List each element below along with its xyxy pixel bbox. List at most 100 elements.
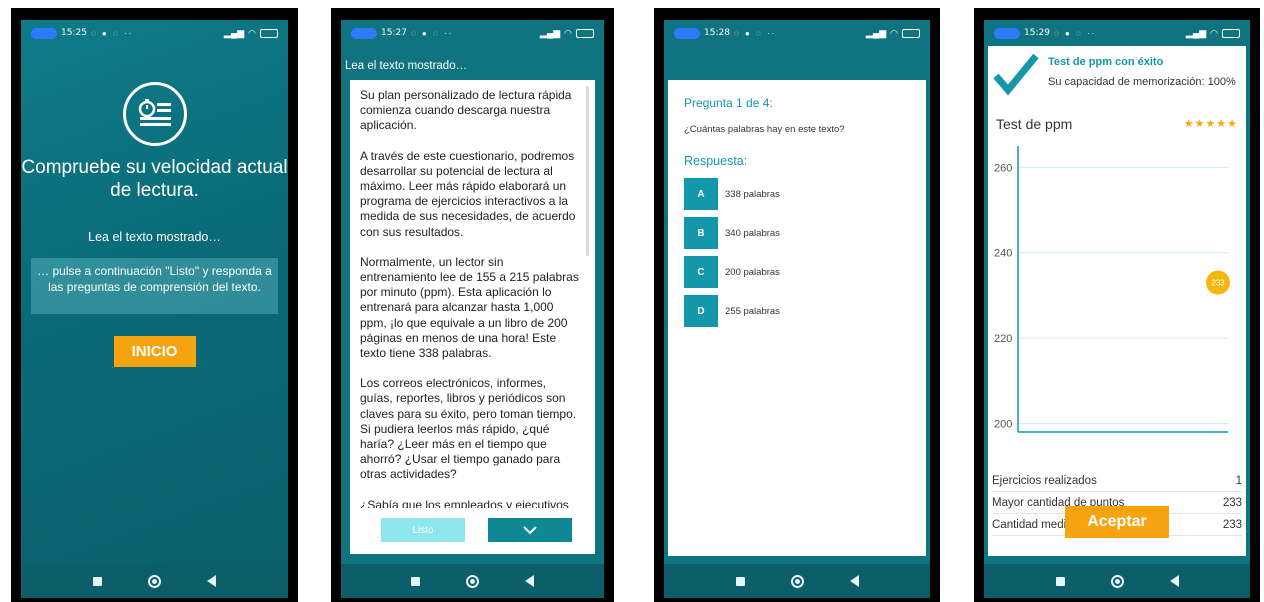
page-title: Compruebe su velocidad actual de lectura…	[21, 157, 288, 201]
question-text: ¿Cuántas palabras hay en este texto?	[684, 124, 845, 135]
reading-screen: 15:27 ◌ ● ◌ ·· ▂▄▆ ◠ Lea el texto mostra…	[341, 20, 604, 598]
done-button[interactable]: Listo	[381, 518, 465, 542]
success-title: Test de ppm con éxito	[1048, 56, 1164, 68]
paragraph: Su plan personalizado de lectura rápida …	[360, 88, 572, 133]
option-label: 200 palabras	[725, 266, 780, 278]
paragraph: Normalmente, un lector sin entrenamiento…	[360, 254, 579, 361]
back-icon[interactable]	[849, 575, 859, 587]
nav-bar	[664, 564, 930, 598]
signal-icon: ▂▄▆	[865, 27, 887, 38]
recents-icon[interactable]	[1055, 576, 1065, 586]
subtitle: Lea el texto mostrado…	[88, 230, 221, 244]
results-card: Test de ppm con éxito Su capacidad de me…	[988, 46, 1246, 556]
stat-value: 233	[1222, 518, 1242, 531]
section-title: Test de ppm	[996, 116, 1073, 132]
scrollbar[interactable]	[586, 86, 589, 256]
back-icon[interactable]	[207, 575, 216, 587]
y-tick-label: 200	[994, 418, 1012, 430]
phone-screen-reading: 15:27 ◌ ● ◌ ·· ▂▄▆ ◠ Lea el texto mostra…	[331, 8, 614, 602]
data-label: 233	[1211, 279, 1225, 288]
reading-text[interactable]: Su plan personalizado de lectura rápida …	[360, 88, 581, 508]
wifi-icon: ◠	[1210, 27, 1218, 38]
status-time: 15:27	[381, 28, 407, 38]
notification-icons: ◌ ● ◌ ··	[733, 28, 777, 38]
call-indicator-icon	[994, 27, 1020, 39]
home-icon[interactable]	[466, 574, 479, 588]
stat-value: 1	[1235, 474, 1242, 487]
recents-icon[interactable]	[735, 576, 745, 586]
signal-icon: ▂▄▆	[223, 27, 245, 38]
status-time: 15:29	[1024, 28, 1050, 38]
recents-icon[interactable]	[411, 576, 420, 586]
home-icon[interactable]	[1110, 574, 1124, 588]
phone-screen-results: 15:29 ◌ ● ◌ ·· ▂▄▆ ◠ Test de ppm con éxi…	[974, 8, 1260, 602]
option-label: 340 palabras	[725, 227, 780, 239]
notification-icons: ◌ ● ◌ ··	[410, 28, 454, 38]
option-letter: C	[684, 256, 718, 288]
results-screen: 15:29 ◌ ● ◌ ·· ▂▄▆ ◠ Test de ppm con éxi…	[984, 20, 1250, 598]
notification-icons: ◌ ● ◌ ··	[90, 28, 134, 38]
question-screen: 15:28 ◌ ● ◌ ·· ▂▄▆ ◠ Pregunta 1 de 4: ¿C…	[664, 20, 930, 598]
answer-option-b[interactable]: B 340 palabras	[684, 217, 780, 249]
y-tick-label: 240	[994, 248, 1012, 260]
notification-icons: ◌ ● ◌ ··	[1053, 28, 1097, 38]
star-rating: ★★★★★	[1183, 118, 1238, 130]
paragraph: A través de este cuestionario, podremos …	[360, 148, 576, 239]
memorization-text: Su capacidad de memorización: 100%	[1048, 76, 1236, 88]
status-right: ▂▄▆ ◠	[540, 28, 594, 39]
home-icon[interactable]	[148, 574, 161, 588]
battery-icon	[576, 28, 594, 38]
answer-label: Respuesta:	[684, 154, 748, 168]
start-button[interactable]: INICIO	[113, 336, 196, 367]
status-right: ▂▄▆ ◠	[866, 28, 920, 39]
battery-icon	[1222, 28, 1240, 38]
chevron-down-icon	[523, 526, 537, 534]
nav-bar	[21, 564, 288, 598]
status-bar: 15:27 ◌ ● ◌ ·· ▂▄▆ ◠	[341, 20, 604, 46]
option-label: 338 palabras	[725, 188, 780, 200]
option-letter: B	[684, 217, 718, 249]
stat-label: Ejercicios realizados	[992, 474, 1097, 487]
paragraph: Los correos electrónicos, informes, guía…	[360, 376, 577, 482]
answer-option-d[interactable]: D 255 palabras	[684, 295, 780, 327]
option-letter: A	[684, 178, 718, 210]
answer-option-a[interactable]: A 338 palabras	[684, 178, 780, 210]
battery-icon	[260, 28, 278, 38]
question-counter: Pregunta 1 de 4:	[684, 96, 773, 110]
y-tick-label: 260	[994, 162, 1012, 174]
call-indicator-icon	[674, 27, 700, 39]
accept-button[interactable]: Aceptar	[1065, 506, 1169, 538]
battery-icon	[902, 28, 920, 38]
status-right: ▂▄▆ ◠	[224, 28, 278, 39]
phone-screen-start: 15:25 ◌ ● ◌ ·· ▂▄▆ ◠ Compruebe su veloci…	[11, 8, 298, 602]
reading-card: Su plan personalizado de lectura rápida …	[350, 80, 595, 554]
wifi-icon: ◠	[564, 27, 572, 38]
stat-row: Ejercicios realizados 1	[992, 470, 1242, 492]
stat-value: 233	[1222, 496, 1242, 509]
option-label: 255 palabras	[725, 305, 780, 317]
ppm-chart: 200 220 240 260 233	[994, 146, 1230, 433]
call-indicator-icon	[351, 27, 377, 39]
nav-bar	[341, 564, 604, 598]
paragraph: ¿Sabía que los empleados y ejecutivos le…	[360, 497, 569, 508]
status-time: 15:25	[61, 28, 87, 38]
call-indicator-icon	[31, 27, 57, 39]
scroll-down-button[interactable]	[488, 518, 572, 542]
status-bar: 15:25 ◌ ● ◌ ·· ▂▄▆ ◠	[21, 20, 288, 46]
y-tick-label: 220	[994, 333, 1012, 345]
status-time: 15:28	[704, 28, 730, 38]
status-bar: 15:28 ◌ ● ◌ ·· ▂▄▆ ◠	[664, 20, 930, 46]
question-card: Pregunta 1 de 4: ¿Cuántas palabras hay e…	[668, 80, 926, 556]
instructions-box: … pulse a continuación "Listo" y respond…	[31, 258, 278, 314]
back-icon[interactable]	[525, 575, 534, 587]
stopwatch-icon	[122, 82, 187, 146]
option-letter: D	[684, 295, 718, 327]
nav-bar	[984, 564, 1250, 598]
home-icon[interactable]	[790, 574, 804, 588]
recents-icon[interactable]	[93, 576, 102, 586]
answer-option-c[interactable]: C 200 palabras	[684, 256, 780, 288]
start-screen: 15:25 ◌ ● ◌ ·· ▂▄▆ ◠ Compruebe su veloci…	[21, 20, 288, 598]
wifi-icon: ◠	[248, 27, 256, 38]
signal-icon: ▂▄▆	[539, 27, 561, 38]
back-icon[interactable]	[1169, 575, 1179, 587]
